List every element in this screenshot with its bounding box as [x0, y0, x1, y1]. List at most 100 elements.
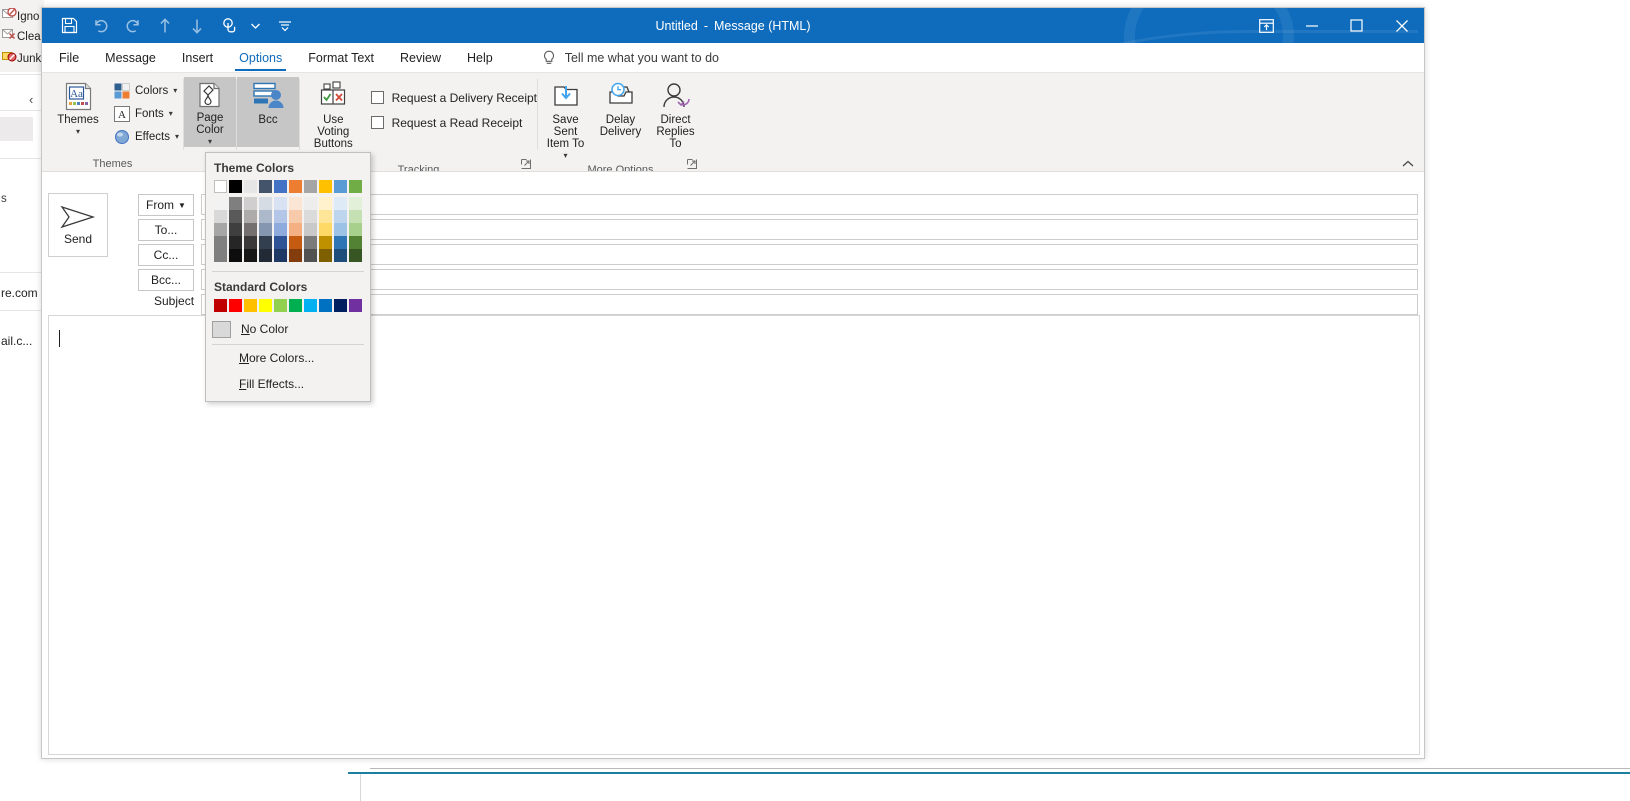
theme-colors-button[interactable]: Colors ▾ [110, 79, 183, 102]
theme-color-swatch[interactable] [259, 180, 272, 193]
theme-color-swatch[interactable] [349, 197, 362, 210]
next-item-button[interactable] [182, 11, 212, 41]
theme-color-swatch[interactable] [349, 210, 362, 223]
theme-color-swatch[interactable] [274, 236, 287, 249]
request-read-receipt-checkbox[interactable]: Request a Read Receipt [370, 110, 537, 135]
more-options-dialog-launcher[interactable] [685, 157, 699, 171]
background-command-junk[interactable]: Junk [2, 50, 41, 65]
theme-color-swatch[interactable] [289, 180, 302, 193]
fill-effects-menu-item[interactable]: Fill Effects... [206, 371, 370, 397]
tab-review[interactable]: Review [387, 43, 454, 72]
theme-color-swatch[interactable] [229, 236, 242, 249]
to-button[interactable]: To... [138, 219, 194, 241]
tab-help[interactable]: Help [454, 43, 506, 72]
theme-color-swatch[interactable] [274, 223, 287, 236]
background-command-ignore[interactable]: Igno [2, 8, 39, 23]
close-button[interactable] [1379, 8, 1424, 43]
subject-input[interactable] [201, 294, 1418, 315]
theme-color-swatch[interactable] [349, 249, 362, 262]
theme-color-swatch[interactable] [319, 236, 332, 249]
theme-color-swatch[interactable] [289, 236, 302, 249]
redo-button[interactable] [118, 11, 148, 41]
theme-color-swatch[interactable] [244, 249, 257, 262]
background-collapse-pane-icon[interactable]: ‹ [29, 92, 33, 107]
touch-mouse-mode-button[interactable] [214, 11, 244, 41]
standard-color-swatch[interactable] [304, 299, 317, 312]
previous-item-button[interactable] [150, 11, 180, 41]
qat-dropdown-arrow[interactable] [246, 11, 264, 41]
tab-insert[interactable]: Insert [169, 43, 226, 72]
bcc-field-button[interactable]: Bcc... [138, 269, 194, 291]
theme-color-swatch[interactable] [334, 197, 347, 210]
tell-me-search[interactable]: Tell me what you want to do [542, 43, 719, 72]
theme-color-swatch[interactable] [274, 197, 287, 210]
customize-quick-access-toolbar-button[interactable] [274, 11, 296, 41]
theme-color-swatch[interactable] [214, 249, 227, 262]
collapse-ribbon-button[interactable] [1402, 159, 1414, 171]
standard-color-swatch[interactable] [229, 299, 242, 312]
theme-color-swatch[interactable] [274, 180, 287, 193]
theme-color-swatch[interactable] [244, 210, 257, 223]
tab-format-text[interactable]: Format Text [295, 43, 387, 72]
restore-button[interactable] [1334, 8, 1379, 43]
theme-color-swatch[interactable] [244, 236, 257, 249]
cc-button[interactable]: Cc... [138, 244, 194, 266]
delay-delivery-button[interactable]: Delay Delivery [593, 77, 648, 141]
theme-color-swatch[interactable] [259, 197, 272, 210]
theme-color-swatch[interactable] [289, 223, 302, 236]
theme-color-swatch[interactable] [334, 249, 347, 262]
theme-color-swatch[interactable] [289, 210, 302, 223]
standard-color-swatch[interactable] [349, 299, 362, 312]
direct-replies-to-button[interactable]: Direct Replies To [648, 77, 703, 153]
theme-color-swatch[interactable] [334, 223, 347, 236]
theme-color-swatch[interactable] [304, 210, 317, 223]
theme-color-swatch[interactable] [334, 180, 347, 193]
standard-color-swatch[interactable] [319, 299, 332, 312]
theme-color-swatch[interactable] [229, 249, 242, 262]
theme-color-swatch[interactable] [214, 210, 227, 223]
theme-color-swatch[interactable] [289, 197, 302, 210]
theme-color-swatch[interactable] [229, 223, 242, 236]
standard-color-swatch[interactable] [334, 299, 347, 312]
request-delivery-receipt-checkbox[interactable]: Request a Delivery Receipt [370, 85, 537, 110]
standard-color-swatch[interactable] [274, 299, 287, 312]
bcc-button[interactable]: Bcc [237, 77, 299, 147]
standard-color-swatch[interactable] [214, 299, 227, 312]
theme-color-swatch[interactable] [289, 249, 302, 262]
theme-color-swatch[interactable] [244, 223, 257, 236]
theme-color-swatch[interactable] [349, 236, 362, 249]
theme-color-swatch[interactable] [259, 210, 272, 223]
cc-input[interactable] [201, 244, 1418, 265]
more-colors-menu-item[interactable]: More Colors... [206, 345, 370, 371]
minimize-button[interactable] [1289, 8, 1334, 43]
standard-color-swatch[interactable] [259, 299, 272, 312]
theme-color-swatch[interactable] [229, 197, 242, 210]
themes-button[interactable]: Aa Themes ▾ [50, 77, 106, 138]
theme-fonts-button[interactable]: A Fonts ▾ [110, 102, 183, 125]
theme-color-swatch[interactable] [304, 223, 317, 236]
standard-color-swatch[interactable] [244, 299, 257, 312]
theme-color-swatch[interactable] [229, 210, 242, 223]
save-button[interactable] [54, 11, 84, 41]
bcc-input[interactable] [201, 269, 1418, 290]
undo-button[interactable] [86, 11, 116, 41]
theme-color-swatch[interactable] [229, 180, 242, 193]
theme-color-swatch[interactable] [319, 249, 332, 262]
send-button[interactable]: Send [48, 193, 108, 257]
background-command-cleanup[interactable]: Clea [2, 28, 41, 43]
page-color-button[interactable]: Page Color ▾ [184, 77, 236, 147]
theme-color-swatch[interactable] [214, 236, 227, 249]
from-button[interactable]: From ▼ [138, 194, 194, 216]
theme-color-swatch[interactable] [349, 223, 362, 236]
tab-options[interactable]: Options [226, 43, 295, 72]
theme-color-swatch[interactable] [334, 236, 347, 249]
save-sent-item-to-button[interactable]: Save Sent Item To ▾ [538, 77, 593, 162]
theme-color-swatch[interactable] [259, 249, 272, 262]
theme-color-swatch[interactable] [244, 180, 257, 193]
tracking-dialog-launcher[interactable] [519, 157, 533, 171]
ribbon-display-options-button[interactable] [1244, 8, 1289, 43]
theme-color-swatch[interactable] [259, 223, 272, 236]
to-input[interactable] [201, 219, 1418, 240]
standard-color-swatch[interactable] [289, 299, 302, 312]
use-voting-buttons-button[interactable]: Use Voting Buttons ▾ [304, 77, 363, 162]
